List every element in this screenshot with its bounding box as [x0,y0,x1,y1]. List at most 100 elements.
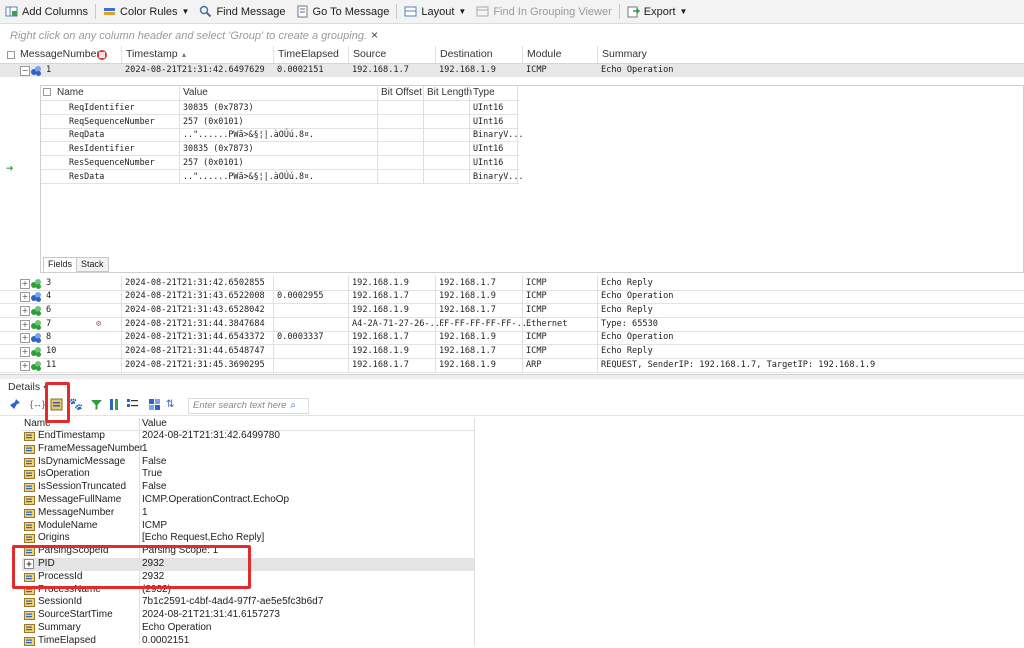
field-row[interactable]: ReqSequenceNumber 257 (0x0101) UInt16 [41,115,1021,129]
go-to-message-button[interactable]: Go To Message [291,1,395,22]
column-header-summary[interactable]: Summary [597,46,647,63]
message-row-selected[interactable]: − 1 2024-08-21T21:31:42.6497629 0.000215… [0,63,1024,78]
find-in-grouping-viewer-button[interactable]: Find In Grouping Viewer [471,1,616,22]
highlight-box-process-id [12,545,251,589]
message-icon [31,319,41,330]
field-row[interactable]: ReqData .."......PWã>&§¦|.àOÚú.8¤. BinaryV… [41,128,1021,143]
property-row[interactable]: SessionId 7b1c2591-c4bf-4ad4-97f7-ae5e5fc… [22,596,474,609]
property-name: IsDynamicMessage [38,455,126,467]
expand-icon[interactable]: + [20,333,30,344]
add-columns-button[interactable]: Add Columns [0,1,93,22]
cell-source: A4-2A-71-27-26-... [352,318,446,329]
property-icon [24,598,35,608]
tab-stack[interactable]: Stack [76,257,109,272]
property-value: [Echo Request,Echo Reply] [142,532,265,544]
message-row[interactable]: +10 2024-08-21T21:31:44.6548747 192.168.1.… [0,345,1024,359]
expand-all-icon[interactable]: {↔} [30,398,45,411]
fields-collapse-icon[interactable] [43,87,51,101]
column-header-module[interactable]: Module [522,46,561,63]
expand-icon[interactable]: + [20,347,30,357]
property-row[interactable]: EndTimestamp 2024-08-21T21:31:42.6499780 [22,430,474,443]
message-row[interactable]: +6 2024-08-21T21:31:43.6528042 192.168.1.9… [0,304,1024,318]
tab-fields[interactable]: Fields [43,257,78,272]
expand-icon[interactable]: + [20,360,30,371]
grid-view-icon[interactable] [148,398,161,411]
export-button[interactable]: Export ▼ [622,1,693,22]
cell-module: ARP [526,359,542,370]
cell-timestamp: 2024-08-21T21:31:42.6502855 [125,277,265,288]
property-row[interactable]: MessageNumber 1 [22,507,474,520]
pin-icon[interactable] [8,398,21,411]
panel-splitter[interactable] [0,374,1024,379]
toolbar-divider [618,4,620,19]
property-row[interactable]: IsDynamicMessage False [22,456,474,469]
layout-button[interactable]: Layout ▼ [399,1,471,22]
property-icon [24,483,35,493]
property-row[interactable]: Origins [Echo Request,Echo Reply] [22,532,474,545]
message-row[interactable]: +3 2024-08-21T21:31:42.6502855 192.168.1.9… [0,277,1024,291]
close-icon[interactable]: × [371,28,378,42]
property-value: False [142,481,167,493]
find-message-button[interactable]: Find Message [194,1,290,22]
fields-header-name[interactable]: Name [57,86,84,100]
cell-time-elapsed: 0.0002955 [277,291,324,302]
cell-destination: 192.168.1.7 [439,304,496,315]
message-row[interactable]: + ⚙ 7 2024-08-21T21:31:44.3847684 A4-2A-71-2… [0,318,1024,332]
column-header-source[interactable]: Source [348,46,386,63]
property-icon [24,444,35,454]
cell-message-number: 7 [46,318,52,329]
collapse-icon[interactable]: − [20,65,30,76]
details-search-input[interactable]: Enter search text here ⌕ [188,398,309,414]
details-header-value[interactable]: Value [142,418,167,429]
column-header-timestamp[interactable]: Timestamp ▲ [121,46,187,63]
expand-icon[interactable]: + [20,292,30,303]
property-row[interactable]: SourceStartTime 2024-08-21T21:31:41.61572… [22,609,474,622]
field-row[interactable]: ResData .."......PWã>&§¦|.àOÚú.8¤. BinaryV… [41,170,1021,184]
expand-icon[interactable]: + [20,319,30,330]
column-header-destination[interactable]: Destination [435,46,493,63]
cell-destination: 192.168.1.9 [439,64,496,75]
property-row[interactable]: Summary Echo Operation [22,622,474,635]
header-collapse-icon[interactable] [7,51,15,59]
property-name: Origins [38,532,70,544]
property-row[interactable]: TimeElapsed 0.0002151 [22,635,474,648]
property-row[interactable]: ModuleName ICMP [22,520,474,533]
property-value: 7b1c2591-c4bf-4ad4-97f7-ae5e5fc3b6d7 [142,596,324,608]
property-value: Echo Operation [142,622,212,633]
fields-header-value[interactable]: Value [183,86,208,100]
operation-icon [31,292,41,303]
message-row[interactable]: +11 2024-08-21T21:31:45.3690295 192.168.1.… [0,359,1024,373]
list-view-icon[interactable] [126,398,139,411]
search-icon[interactable]: ⌕ [290,400,295,411]
group-hint-text: Right click on any column header and sel… [10,30,368,42]
fields-header-bit-length[interactable]: Bit Length [427,86,472,100]
color-rules-button[interactable]: Color Rules ▼ [98,1,194,22]
field-row[interactable]: ResSequenceNumber 257 (0x0101) UInt16 [41,156,1021,170]
message-row[interactable]: +4 2024-08-21T21:31:43.6522008 0.0002955 19… [0,290,1024,305]
cell-summary: REQUEST, SenderIP: 192.168.1.7, TargetIP… [601,359,876,370]
property-name: MessageFullName [38,494,122,505]
expand-icon[interactable]: + [20,305,30,316]
property-value: False [142,455,167,467]
property-name: Summary [38,622,81,633]
property-value: 1 [142,442,148,454]
column-chooser-icon[interactable] [96,49,108,61]
fields-header-type[interactable]: Type [473,86,495,100]
fields-header-bit-offset[interactable]: Bit Offset [381,86,422,100]
message-row[interactable]: +8 2024-08-21T21:31:44.6543372 0.0003337 19… [0,331,1024,346]
column-view-icon[interactable] [108,398,121,411]
filter-icon[interactable] [90,398,103,411]
sort-icon[interactable]: ⇅ [166,398,179,411]
property-row[interactable]: MessageFullName ICMP.OperationContract.Ec… [22,494,474,507]
field-row[interactable]: ResIdentifier 30835 (0x7873) UInt16 [41,142,1021,157]
property-row[interactable]: IsSessionTruncated False [22,481,474,494]
cell-module: ICMP [526,332,547,343]
column-header-timeelapsed[interactable]: TimeElapsed [273,46,339,63]
field-row[interactable]: ReqIdentifier 30835 (0x7873) UInt16 [41,101,1021,115]
cell-message-number: 8 [46,332,52,343]
property-row[interactable]: IsOperation True [22,468,474,481]
column-header-messagenumber[interactable]: MessageNumber [16,46,100,63]
cell-module: ICMP [526,291,547,302]
expand-icon[interactable]: + [20,278,30,289]
property-row[interactable]: FrameMessageNumber 1 [22,443,474,456]
